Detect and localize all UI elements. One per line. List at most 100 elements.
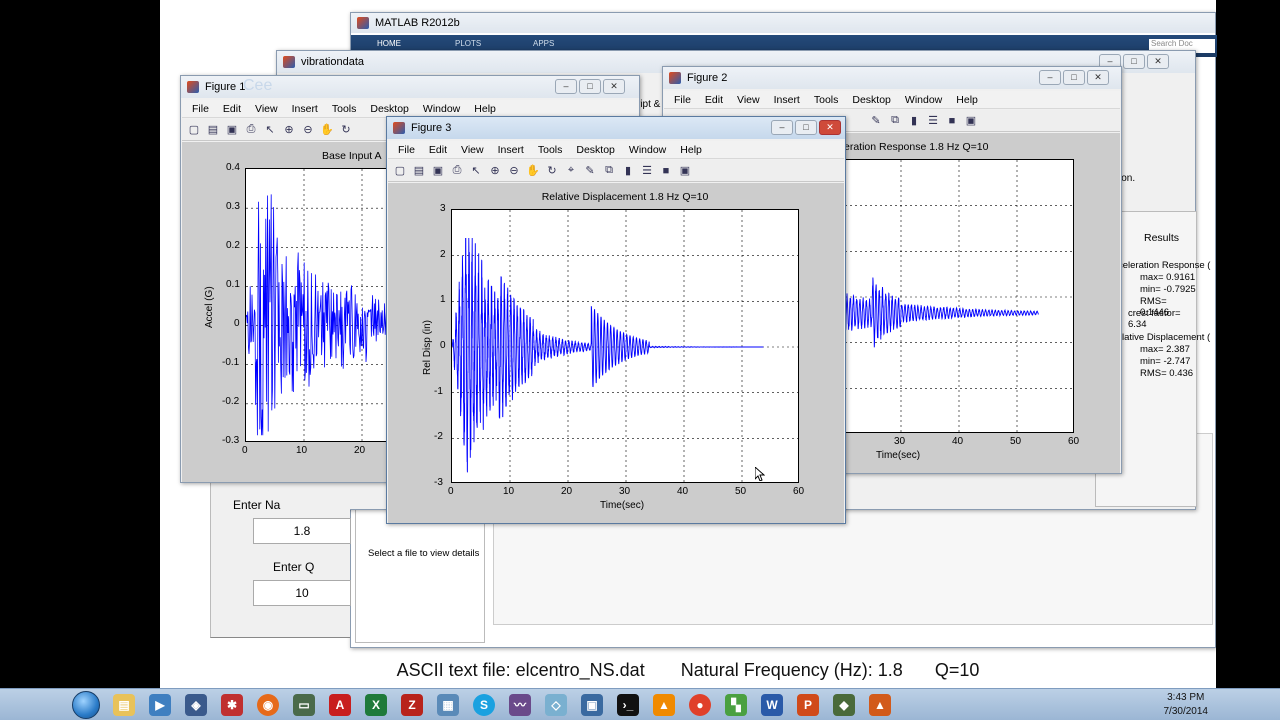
clock[interactable]: 3:43 PM 7/30/2014 [1164, 691, 1209, 719]
maximize-button[interactable]: □ [1123, 54, 1145, 69]
menu-view[interactable]: View [461, 144, 484, 156]
skype-icon[interactable]: S [466, 690, 502, 720]
firefox-icon[interactable]: ◉ [250, 690, 286, 720]
figure3-titlebar[interactable]: Figure 3 – □ ✕ [387, 117, 845, 139]
minimize-button[interactable]: – [1039, 70, 1061, 85]
menu-file[interactable]: File [192, 103, 209, 115]
close-button[interactable]: ✕ [819, 120, 841, 135]
maximize-button[interactable]: □ [1063, 70, 1085, 85]
hide-tools-icon[interactable]: ■ [944, 113, 960, 129]
rotate-icon[interactable]: ↻ [544, 163, 560, 179]
print-icon[interactable]: ⎙ [449, 163, 465, 179]
start-button[interactable] [66, 690, 106, 720]
data-cursor-icon[interactable]: ⌖ [563, 163, 579, 179]
legend-icon[interactable]: ☰ [925, 113, 941, 129]
menu-file[interactable]: File [674, 94, 691, 106]
menu-desktop[interactable]: Desktop [576, 144, 615, 156]
edit-plot-icon[interactable]: ✎ [868, 113, 884, 129]
menu-view[interactable]: View [737, 94, 760, 106]
terminal-icon[interactable]: ▭ [286, 690, 322, 720]
powerpoint-icon[interactable]: P [790, 690, 826, 720]
maximize-button[interactable]: □ [579, 79, 601, 94]
figure3-window[interactable]: Figure 3 – □ ✕ File Edit View Insert Too… [386, 116, 846, 524]
remote-icon[interactable]: ◆ [826, 690, 862, 720]
maximize-button[interactable]: □ [795, 120, 817, 135]
figure2-titlebar[interactable]: Figure 2 – □ ✕ [663, 67, 1121, 89]
close-button[interactable]: ✕ [1087, 70, 1109, 85]
close-button[interactable]: ✕ [603, 79, 625, 94]
pointer-icon[interactable]: ↖ [468, 163, 484, 179]
menu-file[interactable]: File [398, 144, 415, 156]
vlc-icon[interactable]: ▲ [646, 690, 682, 720]
menu-desktop[interactable]: Desktop [852, 94, 891, 106]
figure1-titlebar[interactable]: Figure 1 Cee – □ ✕ [181, 76, 639, 98]
media-player-icon[interactable]: ▶ [142, 690, 178, 720]
eraser-icon[interactable]: ◇ [538, 690, 574, 720]
new-figure-icon[interactable]: ▢ [186, 122, 202, 138]
colorbar-icon[interactable]: ▮ [620, 163, 636, 179]
pointer-icon[interactable]: ↖ [262, 122, 278, 138]
menu-window[interactable]: Window [629, 144, 666, 156]
filezilla-icon[interactable]: Z [394, 690, 430, 720]
zoom-out-icon[interactable]: ⊖ [300, 122, 316, 138]
menu-help[interactable]: Help [474, 103, 496, 115]
show-tools-icon[interactable]: ▣ [963, 113, 979, 129]
save-icon[interactable]: ▣ [430, 163, 446, 179]
windows-explorer-icon[interactable]: ▚ [718, 690, 754, 720]
menu-insert[interactable]: Insert [498, 144, 524, 156]
tab-home[interactable]: HOME [377, 39, 401, 48]
menu-insert[interactable]: Insert [292, 103, 318, 115]
tab-apps[interactable]: APPS [533, 39, 554, 48]
photos-icon[interactable]: ▣ [574, 690, 610, 720]
matlab-icon[interactable]: ▲ [862, 690, 898, 720]
menu-window[interactable]: Window [905, 94, 942, 106]
zoom-in-icon[interactable]: ⊕ [487, 163, 503, 179]
q-input[interactable]: 10 [253, 580, 351, 606]
menu-tools[interactable]: Tools [538, 144, 563, 156]
natural-frequency-input[interactable]: 1.8 [253, 518, 351, 544]
new-figure-icon[interactable]: ▢ [392, 163, 408, 179]
brush-icon[interactable]: ✎ [582, 163, 598, 179]
tab-plots[interactable]: PLOTS [455, 39, 481, 48]
open-icon[interactable]: ▤ [205, 122, 221, 138]
close-button[interactable]: ✕ [1147, 54, 1169, 69]
menu-desktop[interactable]: Desktop [370, 103, 409, 115]
menu-view[interactable]: View [255, 103, 278, 115]
open-icon[interactable]: ▤ [411, 163, 427, 179]
minimize-button[interactable]: – [555, 79, 577, 94]
explorer-icon[interactable]: ▤ [106, 690, 142, 720]
hide-tools-icon[interactable]: ■ [658, 163, 674, 179]
minimize-button[interactable]: – [771, 120, 793, 135]
zoom-out-icon[interactable]: ⊖ [506, 163, 522, 179]
pan-icon[interactable]: ✋ [525, 163, 541, 179]
zoom-in-icon[interactable]: ⊕ [281, 122, 297, 138]
chrome-icon[interactable]: ● [682, 690, 718, 720]
menu-help[interactable]: Help [956, 94, 978, 106]
menu-edit[interactable]: Edit [705, 94, 723, 106]
menu-help[interactable]: Help [680, 144, 702, 156]
save-icon[interactable]: ▣ [224, 122, 240, 138]
menu-window[interactable]: Window [423, 103, 460, 115]
notepad-icon[interactable]: ▦ [430, 690, 466, 720]
menu-edit[interactable]: Edit [223, 103, 241, 115]
show-tools-icon[interactable]: ▣ [677, 163, 693, 179]
cmd-icon[interactable]: ›_ [610, 690, 646, 720]
print-icon[interactable]: ⎙ [243, 122, 259, 138]
menu-tools[interactable]: Tools [332, 103, 357, 115]
menu-edit[interactable]: Edit [429, 144, 447, 156]
network-icon[interactable]: ✱ [214, 690, 250, 720]
legend-icon[interactable]: ☰ [639, 163, 655, 179]
matlab-plot-icon[interactable]: 〰 [502, 690, 538, 720]
rotate-icon[interactable]: ↻ [338, 122, 354, 138]
pan-icon[interactable]: ✋ [319, 122, 335, 138]
link-icon[interactable]: ⧉ [601, 163, 617, 179]
acrobat-icon[interactable]: A [322, 690, 358, 720]
menu-insert[interactable]: Insert [774, 94, 800, 106]
excel-icon[interactable]: X [358, 690, 394, 720]
word-icon[interactable]: W [754, 690, 790, 720]
virtualbox-icon[interactable]: ◈ [178, 690, 214, 720]
link-icon[interactable]: ⧉ [887, 113, 903, 129]
matlab-titlebar[interactable]: MATLAB R2012b [351, 13, 1215, 33]
menu-tools[interactable]: Tools [814, 94, 839, 106]
colorbar-icon[interactable]: ▮ [906, 113, 922, 129]
